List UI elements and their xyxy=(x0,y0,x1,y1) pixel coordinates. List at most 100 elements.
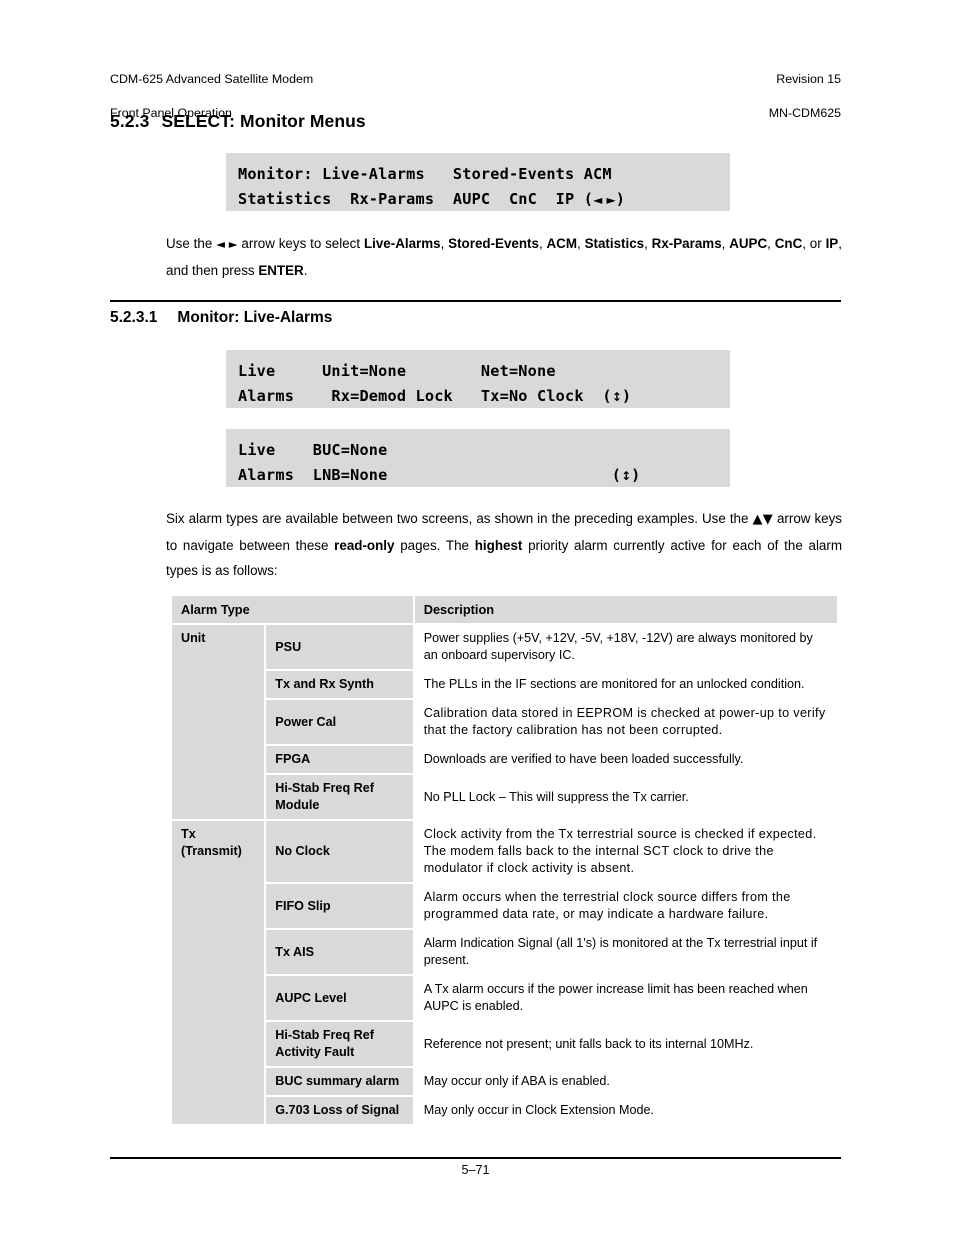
subsection-title: Monitor: Live-Alarms xyxy=(177,309,333,326)
alarm-description: Downloads are verified to have been load… xyxy=(414,746,837,773)
alarm-description: Power supplies (+5V, +12V, -5V, +18V, -1… xyxy=(414,625,837,669)
alarm-description: May occur only if ABA is enabled. xyxy=(414,1068,837,1095)
section-number: 5.2.3 xyxy=(110,111,150,131)
table-row: FPGA Downloads are verified to have been… xyxy=(172,746,837,773)
para1-text2: arrow keys to select xyxy=(237,236,364,251)
alarm-name: FPGA xyxy=(266,746,413,773)
para2-bold-highest: highest xyxy=(474,537,523,553)
para1-bold-enter: ENTER xyxy=(258,262,304,278)
column-header-description: Description xyxy=(414,596,837,623)
lcd-live2-line1: Live BUC=None xyxy=(238,441,388,459)
alarm-description: The PLLs in the IF sections are monitore… xyxy=(414,671,837,698)
table-row: Hi-Stab Freq Ref Module No PLL Lock – Th… xyxy=(172,775,837,819)
alarm-name: Hi-Stab Freq Ref Activity Fault xyxy=(266,1022,413,1066)
alarm-name: Hi-Stab Freq Ref Module xyxy=(266,775,413,819)
para1-text1: Use the xyxy=(166,236,217,251)
para1-bold-live-alarms: Live-Alarms xyxy=(363,236,441,251)
table-row: Tx AIS Alarm Indication Signal (all 1's)… xyxy=(172,930,837,974)
table-row: BUC summary alarm May occur only if ABA … xyxy=(172,1068,837,1095)
table-row: Power Cal Calibration data stored in EEP… xyxy=(172,700,837,744)
alarm-description: A Tx alarm occurs if the power increase … xyxy=(414,976,837,1020)
lcd-live2-line2-text: Alarms LNB=None ( xyxy=(238,466,622,484)
para1-text4: , xyxy=(538,236,547,251)
para1-bold-cnc: CnC xyxy=(774,236,803,251)
table-row: AUPC Level A Tx alarm occurs if the powe… xyxy=(172,976,837,1020)
table-row: Tx and Rx Synth The PLLs in the IF secti… xyxy=(172,671,837,698)
section-title: SELECT: Monitor Menus xyxy=(161,111,366,131)
lcd-monitor-line2-text: Statistics Rx-Params AUPC CnC IP ( xyxy=(238,190,594,208)
alarm-name: BUC summary alarm xyxy=(266,1068,413,1095)
alarm-name: Power Cal xyxy=(266,700,413,744)
para1-bold-rx-params: Rx-Params xyxy=(651,236,722,251)
header-product-title: CDM-625 Advanced Satellite Modem xyxy=(110,72,314,86)
lcd-monitor-line2-close: ) xyxy=(615,190,626,208)
lcd-display-monitor-menu: Monitor: Live-Alarms Stored-Events ACM S… xyxy=(226,153,730,211)
alarm-name: G.703 Loss of Signal xyxy=(266,1097,413,1124)
table-body: Alarm Type Description Unit PSU Power su… xyxy=(172,596,837,1124)
footer-page-number: 5–71 xyxy=(461,1163,490,1177)
subsection-number: 5.2.3.1 xyxy=(110,309,158,326)
para2-bold-read-only: read-only xyxy=(334,537,395,553)
subsection-heading: 5.2.3.1 Monitor: Live-Alarms xyxy=(110,309,332,327)
document-page: CDM-625 Advanced Satellite Modem Front P… xyxy=(0,0,954,1235)
para1-text11: . xyxy=(303,262,308,278)
para1-bold-ip: IP xyxy=(825,236,839,251)
header-revision: Revision 15 xyxy=(776,72,841,86)
alarm-name: FIFO Slip xyxy=(266,884,413,928)
left-right-arrow-icon: ◄ ► xyxy=(593,193,616,207)
up-down-arrow-icon: ↕ xyxy=(621,469,632,483)
alarm-description: Calibration data stored in EEPROM is che… xyxy=(414,700,837,744)
lcd-live1-line2-close: ) xyxy=(621,387,632,405)
left-right-arrow-icon: ◄ ► xyxy=(216,237,238,251)
para1-text5: , xyxy=(577,236,585,251)
alarm-description: May only occur in Clock Extension Mode. xyxy=(414,1097,837,1124)
column-header-alarm-type: Alarm Type xyxy=(172,596,413,623)
alarm-name: AUPC Level xyxy=(266,976,413,1020)
alarm-name: PSU xyxy=(266,625,413,669)
para1-bold-aupc: AUPC xyxy=(729,236,768,251)
paragraph-alarm-types: Six alarm types are available between tw… xyxy=(166,506,842,584)
para1-bold-acm: ACM xyxy=(546,236,578,251)
alarm-types-table: Alarm Type Description Unit PSU Power su… xyxy=(170,594,839,1126)
para2-text1: Six alarm types are available between tw… xyxy=(166,511,753,526)
alarm-description: Alarm occurs when the terrestrial clock … xyxy=(414,884,837,928)
up-down-arrow-icon: ↕ xyxy=(611,390,622,404)
horizontal-rule-above-subsection xyxy=(110,300,841,302)
header-document-number: MN-CDM625 xyxy=(768,106,841,120)
para1-bold-statistics: Statistics xyxy=(584,236,645,251)
para1-text8: , xyxy=(767,236,775,251)
table-row: Unit PSU Power supplies (+5V, +12V, -5V,… xyxy=(172,625,837,819)
table-row: G.703 Loss of Signal May only occur in C… xyxy=(172,1097,837,1124)
alarm-description: Clock activity from the Tx terrestrial s… xyxy=(414,821,837,882)
alarm-group-label-line2: (Transmit) xyxy=(181,844,242,858)
lcd-monitor-line1: Monitor: Live-Alarms Stored-Events ACM xyxy=(238,165,612,183)
table-row: Tx (Transmit) No Clock Clock activity fro… xyxy=(172,821,837,1124)
para1-text9: , or xyxy=(802,236,826,251)
table-row: Hi-Stab Freq Ref Activity Fault Referenc… xyxy=(172,1022,837,1066)
para1-bold-stored-events: Stored-Events xyxy=(448,236,539,251)
lcd-display-live-alarms-page1: Live Unit=None Net=None Alarms Rx=Demod … xyxy=(226,350,730,408)
table-row: FIFO Slip Alarm occurs when the terrestr… xyxy=(172,884,837,928)
para1-text6: , xyxy=(644,236,652,251)
header-right-block: Revision 15 MN-CDM625 xyxy=(769,54,841,139)
table-header-row: Alarm Type Description xyxy=(172,596,837,623)
alarm-group-tx: Tx (Transmit) xyxy=(172,821,265,1124)
section-heading: 5.2.3 SELECT: Monitor Menus xyxy=(110,111,366,132)
para2-text3: pages. The xyxy=(394,537,475,553)
alarm-description: No PLL Lock – This will suppress the Tx … xyxy=(414,775,837,819)
lcd-live2-line2-close: ) xyxy=(631,466,641,484)
up-down-arrow-icon: ▲▼ xyxy=(752,512,773,527)
alarm-name: Tx AIS xyxy=(266,930,413,974)
lcd-display-live-alarms-page2: Live BUC=None Alarms LNB=None (↕) xyxy=(226,429,730,487)
lcd-live1-line1: Live Unit=None Net=None xyxy=(238,362,556,380)
alarm-group-label: Tx xyxy=(181,827,196,841)
footer-rule xyxy=(110,1157,841,1159)
alarm-group-unit: Unit xyxy=(172,625,265,819)
alarm-description: Reference not present; unit falls back t… xyxy=(414,1022,837,1066)
paragraph-select-instructions: Use the ◄ ► arrow keys to select Live-Al… xyxy=(166,231,842,283)
alarm-description: Alarm Indication Signal (all 1's) is mon… xyxy=(414,930,837,974)
alarm-name: Tx and Rx Synth xyxy=(266,671,413,698)
alarm-group-label: Unit xyxy=(181,631,206,645)
alarm-name: No Clock xyxy=(266,821,413,882)
lcd-live1-line2-text: Alarms Rx=Demod Lock Tx=No Clock ( xyxy=(238,387,612,405)
